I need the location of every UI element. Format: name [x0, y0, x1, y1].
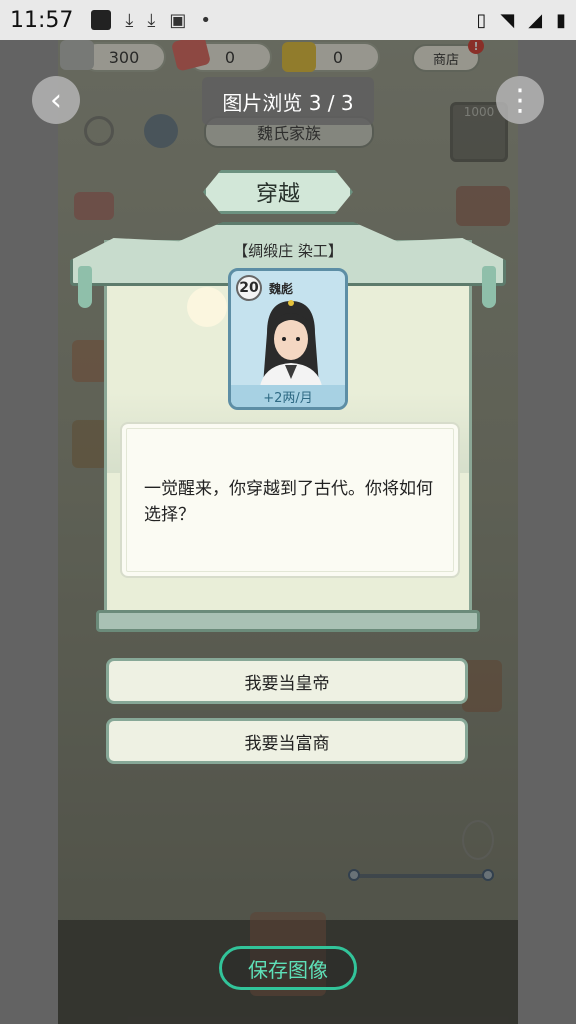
event-description: 一觉醒来，你穿越到了古代。你将如何选择？ — [144, 479, 433, 525]
viewer-title: 图片浏览 3 / 3 — [202, 77, 374, 125]
download-icon: ⤓ — [125, 9, 134, 31]
choice-emperor-button[interactable]: 我要当皇帝 — [106, 658, 468, 704]
battery-icon: ▮ — [556, 9, 566, 31]
more-options-button[interactable]: ⋮ — [496, 76, 544, 124]
wifi-icon: ◥ — [500, 9, 515, 31]
choice-merchant-label: 我要当富商 — [244, 733, 330, 754]
choice-emperor-label: 我要当皇帝 — [244, 673, 330, 694]
dot-icon: • — [200, 9, 211, 31]
event-textbox: 一觉醒来，你穿越到了古代。你将如何选择？ — [120, 422, 460, 578]
event-title: 穿越 — [203, 170, 353, 214]
app-notification-icon — [91, 10, 112, 30]
character-card[interactable]: 20 魏彪 +2两/月 — [228, 268, 348, 410]
event-title-text: 穿越 — [255, 182, 300, 207]
save-image-button[interactable]: 保存图像 — [219, 946, 357, 990]
character-income: +2两/月 — [231, 385, 345, 407]
signal-icon: ◢ — [528, 9, 543, 31]
job-label: 【绸缎庄 染工】 — [233, 242, 343, 260]
choice-merchant-button[interactable]: 我要当富商 — [106, 718, 468, 764]
download-icon-2: ⤓ — [147, 9, 156, 31]
sun-decor — [187, 287, 227, 327]
status-time: 11:57 — [10, 7, 74, 33]
font-app-icon: ▣ — [169, 9, 187, 31]
status-bar: 11:57 ⤓ ⤓ ▣ • ▯ ◥ ◢ ▮ — [0, 0, 576, 40]
save-image-label: 保存图像 — [248, 957, 328, 982]
character-portrait-icon — [259, 300, 323, 393]
back-button[interactable]: ‹ — [32, 76, 80, 124]
more-icon: ⋮ — [505, 82, 535, 118]
left-tassel — [78, 266, 92, 308]
panel-foot — [96, 610, 480, 632]
vibrate-icon: ▯ — [476, 9, 487, 31]
right-tassel — [482, 266, 496, 308]
back-icon: ‹ — [50, 82, 62, 118]
game-screen: 300 0 0 商店 ! 魏氏家族 1000 穿越 【绸缎庄 染工】 20 魏彪… — [58, 40, 518, 1024]
